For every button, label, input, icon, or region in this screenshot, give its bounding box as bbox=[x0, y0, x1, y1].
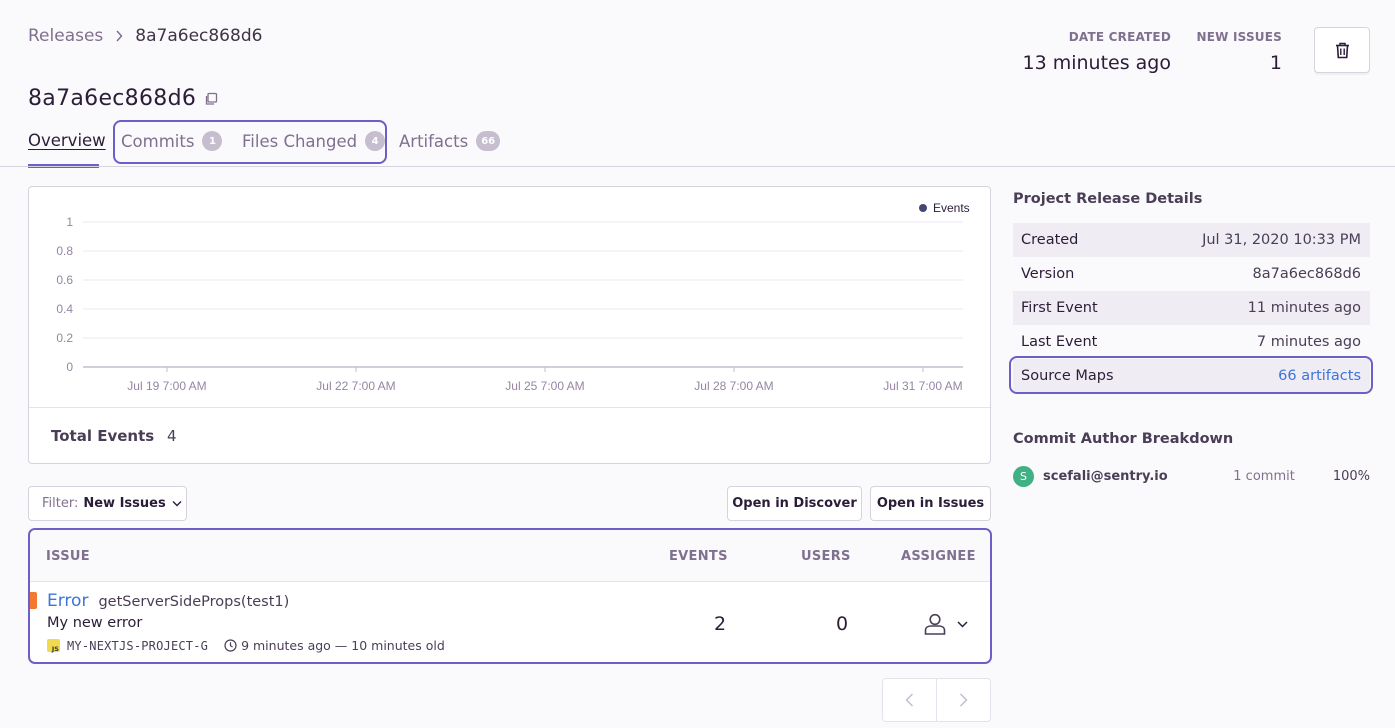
tab-commits-label: Commits bbox=[121, 131, 195, 151]
detail-key: Created bbox=[1021, 232, 1079, 248]
issue-short-id[interactable]: MY-NEXTJS-PROJECT-G bbox=[67, 639, 208, 653]
artifacts-count-badge: 66 bbox=[476, 131, 501, 151]
tab-artifacts[interactable]: Artifacts 66 bbox=[399, 131, 501, 151]
detail-value: Jul 31, 2020 10:33 PM bbox=[1202, 232, 1361, 248]
table-header: ISSUE EVENTS USERS ASSIGNEE bbox=[30, 530, 990, 582]
chart-footer-divider bbox=[29, 407, 990, 408]
delete-release-button[interactable] bbox=[1314, 27, 1370, 73]
issues-table: ISSUE EVENTS USERS ASSIGNEE Error getSer… bbox=[28, 528, 992, 664]
header-events: EVENTS bbox=[669, 549, 728, 564]
breadcrumb-current: 8a7a6ec868d6 bbox=[135, 26, 263, 46]
author-email: scefali@sentry.io bbox=[1043, 468, 1168, 484]
total-events-value: 4 bbox=[166, 427, 177, 445]
tab-files-changed-label: Files Changed bbox=[242, 131, 358, 151]
header-users: USERS bbox=[801, 549, 851, 564]
x-tick-label: Jul 25 7:00 AM bbox=[505, 379, 584, 393]
detail-value: 7 minutes ago bbox=[1256, 334, 1361, 350]
new-issues-value: 1 bbox=[1269, 52, 1282, 74]
commit-author-breakdown-heading: Commit Author Breakdown bbox=[1013, 431, 1234, 447]
project-release-details-heading: Project Release Details bbox=[1013, 191, 1203, 207]
tab-overview[interactable]: Overview bbox=[28, 131, 106, 150]
user-icon bbox=[923, 612, 947, 636]
breadcrumb: Releases 8a7a6ec868d6 bbox=[28, 26, 262, 46]
x-tick-label: Jul 28 7:00 AM bbox=[694, 379, 773, 393]
detail-row-last-event: Last Event 7 minutes ago bbox=[1013, 325, 1370, 359]
header-issue: ISSUE bbox=[46, 549, 90, 564]
avatar: S bbox=[1013, 465, 1034, 487]
detail-value: 8a7a6ec868d6 bbox=[1252, 266, 1361, 282]
x-tick-label: Jul 31 7:00 AM bbox=[883, 379, 962, 393]
legend-marker bbox=[919, 204, 927, 212]
header-assignee: ASSIGNEE bbox=[901, 549, 976, 564]
chevron-right-icon bbox=[115, 30, 123, 42]
issue-events-count: 2 bbox=[714, 613, 727, 635]
date-created-stat: DATE CREATED 13 minutes ago bbox=[1020, 30, 1172, 74]
tab-commits[interactable]: Commits 1 bbox=[121, 131, 223, 151]
new-issues-stat: NEW ISSUES 1 bbox=[1195, 30, 1282, 74]
detail-row-first-event: First Event 11 minutes ago bbox=[1013, 291, 1370, 325]
detail-row-created: Created Jul 31, 2020 10:33 PM bbox=[1013, 223, 1370, 257]
issue-users-count: 0 bbox=[836, 613, 849, 635]
tabs-divider bbox=[0, 166, 1395, 167]
date-created-value: 13 minutes ago bbox=[1022, 52, 1172, 74]
total-events-label: Total Events bbox=[51, 427, 155, 445]
pagination bbox=[882, 678, 991, 722]
chevron-down-icon bbox=[957, 620, 968, 628]
author-commit-count: 1 commit bbox=[1233, 468, 1295, 484]
copy-icon[interactable] bbox=[204, 92, 218, 106]
x-tick-label: Jul 22 7:00 AM bbox=[316, 379, 395, 393]
y-tick-label: 1 bbox=[66, 215, 73, 229]
chevron-left-icon bbox=[905, 693, 914, 707]
detail-key: First Event bbox=[1021, 300, 1098, 316]
author-percent: 100% bbox=[1332, 468, 1370, 484]
open-in-discover-button[interactable]: Open in Discover bbox=[727, 486, 862, 521]
commits-count-badge: 1 bbox=[202, 131, 223, 151]
total-events: Total Events 4 bbox=[51, 427, 177, 445]
chevron-down-icon bbox=[172, 500, 182, 507]
issue-message: My new error bbox=[47, 615, 143, 631]
issues-filter-dropdown[interactable]: Filter: New Issues bbox=[28, 486, 187, 521]
filter-value: New Issues bbox=[83, 496, 166, 511]
date-created-label: DATE CREATED bbox=[1068, 30, 1171, 44]
y-tick-label: 0.8 bbox=[56, 244, 73, 258]
issue-times: 9 minutes ago — 10 minutes old bbox=[241, 638, 445, 653]
release-version-title: 8a7a6ec868d6 bbox=[28, 86, 197, 111]
tab-artifacts-label: Artifacts bbox=[399, 131, 469, 151]
issue-culprit: getServerSideProps(test1) bbox=[98, 594, 290, 610]
assignee-selector[interactable] bbox=[923, 612, 968, 636]
events-chart: 1 0.8 0.6 0.4 0.2 0 Jul 19 7:00 AM Jul 22 7:00 … bbox=[56, 201, 970, 393]
issue-level-indicator bbox=[30, 592, 37, 609]
new-issues-label: NEW ISSUES bbox=[1196, 30, 1282, 44]
detail-value: 11 minutes ago bbox=[1247, 300, 1361, 316]
page-title: 8a7a6ec868d6 bbox=[28, 86, 218, 111]
breadcrumb-releases-link[interactable]: Releases bbox=[28, 26, 103, 46]
javascript-platform-icon: JS bbox=[47, 639, 60, 652]
y-tick-label: 0.4 bbox=[56, 302, 73, 316]
issue-meta: JS MY-NEXTJS-PROJECT-G 9 minutes ago — 1… bbox=[47, 638, 445, 653]
y-tick-label: 0.2 bbox=[56, 331, 73, 345]
trash-icon bbox=[1335, 42, 1350, 59]
previous-page-button[interactable] bbox=[883, 679, 936, 721]
y-tick-label: 0 bbox=[66, 360, 73, 374]
detail-row-version: Version 8a7a6ec868d6 bbox=[1013, 257, 1370, 291]
open-in-issues-button[interactable]: Open in Issues bbox=[870, 486, 991, 521]
author-row: S scefali@sentry.io 1 commit 100% bbox=[1013, 465, 1370, 487]
files-changed-count-badge: 4 bbox=[365, 131, 386, 151]
detail-key: Version bbox=[1021, 266, 1075, 282]
clock-icon bbox=[224, 639, 237, 652]
tab-overview-label: Overview bbox=[28, 131, 106, 150]
detail-key: Last Event bbox=[1021, 334, 1098, 350]
next-page-button[interactable] bbox=[936, 679, 990, 721]
issue-title[interactable]: Error getServerSideProps(test1) bbox=[47, 591, 289, 611]
chevron-right-icon bbox=[959, 693, 968, 707]
y-tick-label: 0.6 bbox=[56, 273, 73, 287]
legend-label: Events bbox=[933, 201, 970, 215]
tab-files-changed[interactable]: Files Changed 4 bbox=[242, 131, 386, 151]
x-tick-label: Jul 19 7:00 AM bbox=[127, 379, 206, 393]
filter-prefix: Filter: bbox=[42, 496, 79, 511]
issue-type-link[interactable]: Error bbox=[47, 591, 88, 611]
source-maps-highlight bbox=[1009, 356, 1373, 394]
